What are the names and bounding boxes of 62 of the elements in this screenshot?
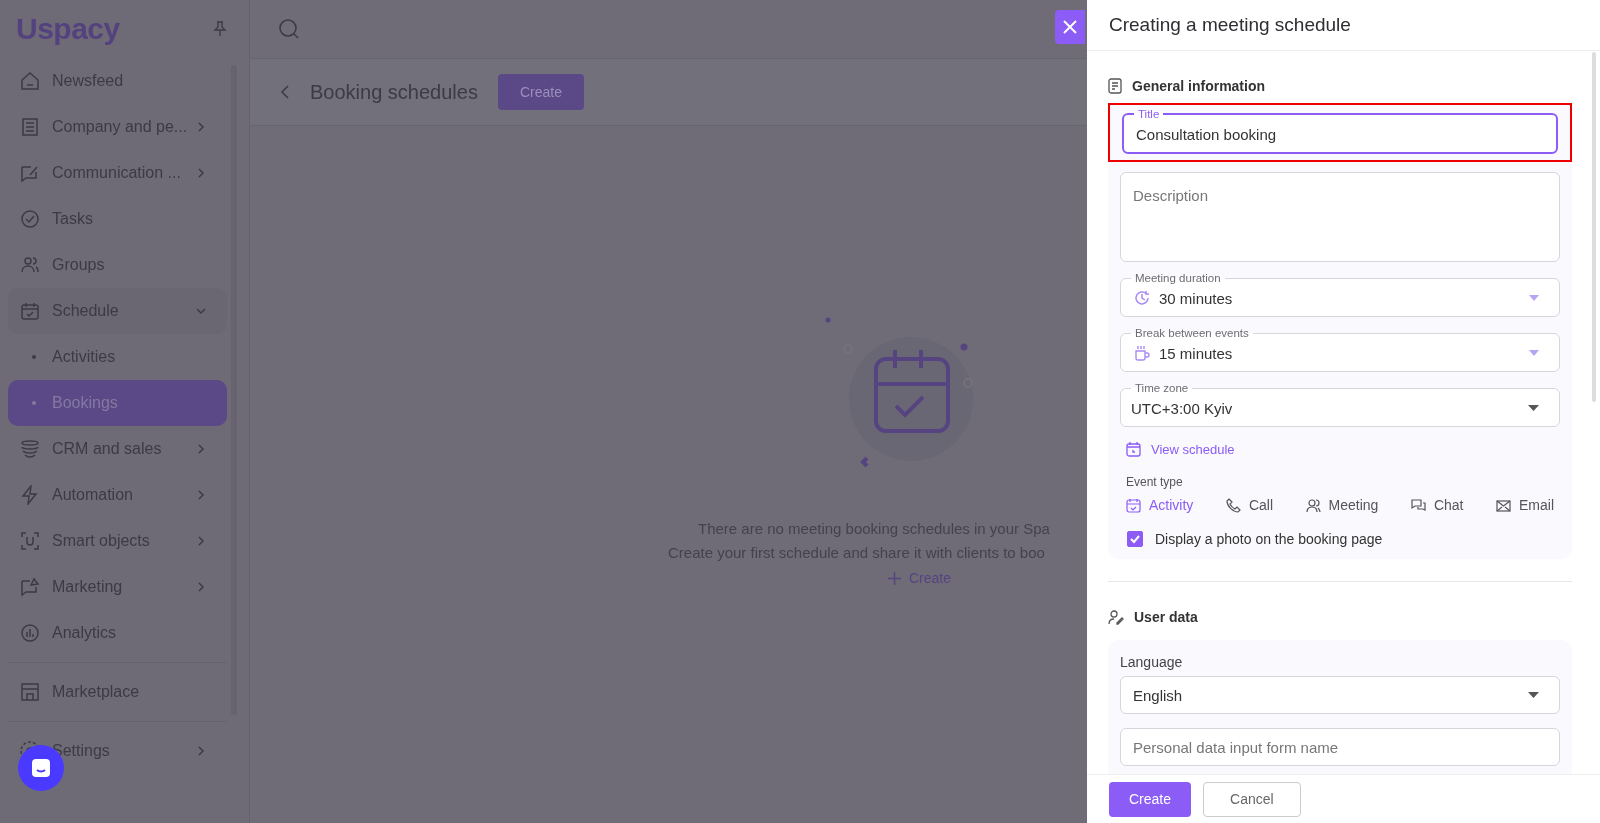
page-title: Booking schedules: [310, 80, 478, 104]
view-schedule-link[interactable]: View schedule: [1126, 441, 1560, 457]
event-type-option[interactable]: Meeting: [1305, 497, 1379, 513]
description-field[interactable]: Description: [1120, 172, 1560, 262]
title-field[interactable]: Consultation booking: [1136, 120, 1544, 148]
calendar-icon: [1126, 441, 1141, 457]
clock-icon: [1133, 289, 1151, 307]
language-label: Language: [1120, 654, 1184, 670]
document-icon: [1108, 78, 1122, 94]
event-type-label: Event type: [1126, 475, 1184, 489]
chat-icon: [20, 163, 40, 183]
back-icon[interactable]: [280, 84, 290, 100]
envelope-icon: [1496, 497, 1511, 513]
building-icon: [20, 117, 40, 137]
pin-icon[interactable]: [213, 21, 227, 37]
duration-dropdown[interactable]: Meeting duration 30 minutes: [1120, 272, 1560, 317]
caret-icon: [1529, 350, 1539, 356]
chat-icon: [1410, 497, 1426, 513]
phone-icon: [1225, 497, 1241, 513]
language-dropdown[interactable]: English: [1120, 676, 1560, 714]
title-field[interactable]: Title Consultation booking: [1122, 108, 1558, 154]
cancel-button[interactable]: Cancel: [1203, 781, 1301, 817]
checkbox-label: Display a photo on the booking page: [1155, 531, 1383, 547]
cup-icon: [1133, 344, 1151, 362]
create-button[interactable]: Create: [1109, 781, 1192, 817]
field-label: Break between events: [1135, 327, 1249, 339]
search-icon[interactable]: [278, 18, 300, 40]
close-icon: [1062, 19, 1078, 35]
form-name-field[interactable]: Personal data input form name: [1133, 733, 1547, 761]
calendar-icon: [20, 301, 40, 321]
event-type-option[interactable]: Chat: [1410, 497, 1464, 513]
caret-icon: [1528, 692, 1539, 698]
create-button[interactable]: Create: [497, 74, 584, 110]
people-icon: [20, 255, 40, 275]
scan-icon: [20, 531, 40, 551]
store-icon: [20, 682, 40, 702]
event-type-option[interactable]: Email: [1496, 497, 1554, 513]
chat-bubble-icon: [30, 757, 52, 779]
section-heading: General information: [1132, 78, 1266, 94]
event-type-option[interactable]: Call: [1225, 497, 1273, 513]
bolt-icon: [20, 485, 40, 505]
event-type-option[interactable]: Activity: [1126, 497, 1194, 513]
field-label: Time zone: [1135, 382, 1189, 394]
section-heading: User data: [1134, 609, 1198, 625]
checkbox[interactable]: [1127, 531, 1143, 547]
chart-icon: [20, 623, 40, 643]
break-dropdown[interactable]: Break between events 15 minutes: [1120, 327, 1560, 372]
people-icon: [1305, 497, 1321, 513]
check-icon: [20, 209, 40, 229]
plus-icon: [888, 571, 901, 585]
form-name-field[interactable]: Personal data input form name: [1120, 728, 1560, 766]
close-button[interactable]: [1055, 10, 1085, 44]
user-pen-icon: [1108, 609, 1124, 625]
field-label: Title: [1138, 108, 1160, 120]
time-zone-dropdown[interactable]: Time zone UTC+3:00 Kyiv: [1120, 382, 1560, 427]
panel-title: Creating a meeting schedule: [1109, 14, 1351, 36]
caret-icon: [1529, 295, 1539, 301]
description-field[interactable]: Description: [1133, 187, 1547, 247]
field-label: Meeting duration: [1135, 272, 1221, 284]
calendar-icon: [1126, 497, 1141, 513]
home-icon: [20, 71, 40, 91]
caret-icon: [1528, 405, 1539, 411]
